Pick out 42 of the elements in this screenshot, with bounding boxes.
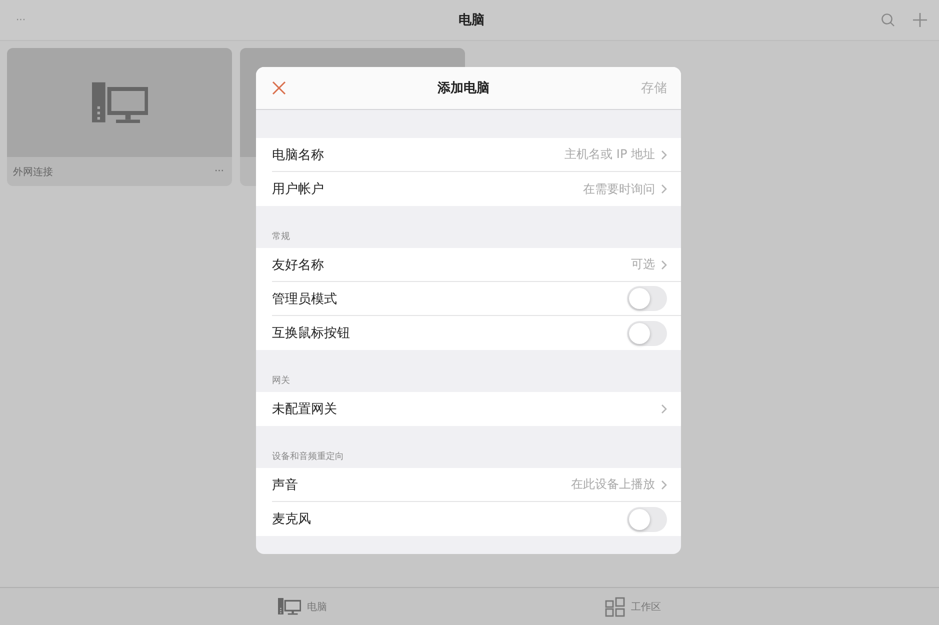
chevron-icon [661,150,667,160]
close-button[interactable] [272,81,286,95]
more-button[interactable]: ··· [16,14,76,26]
toggle-switch[interactable] [627,286,667,311]
settings-row[interactable]: 友好名称 可选 [272,248,681,282]
row-label: 互换鼠标按钮 [272,325,350,342]
row-label: 友好名称 [272,256,324,274]
section-header: 网关 [271,374,291,388]
chevron-icon [661,404,667,414]
tab-item[interactable]: 电脑 [278,598,327,615]
row-label: 未配置网关 [272,401,337,418]
search-icon[interactable] [881,13,895,27]
section-header: 设备和音频重定向 [271,450,345,464]
toggle-switch[interactable] [627,506,667,532]
toggle-switch[interactable] [627,320,667,346]
settings-row[interactable]: 声音 在此设备上播放 [272,468,681,502]
chevron-icon [661,184,667,194]
dialog-title: 添加电脑 [438,80,490,97]
add-icon[interactable] [913,13,927,27]
computer-icon [92,82,148,124]
chevron-icon [661,480,667,490]
page-title: 电脑 [458,12,484,29]
row-label: 用户帐户 [272,181,324,198]
row-value: 在此设备上播放 [571,476,655,493]
chevron-icon [661,260,667,270]
row-value: 可选 [631,256,655,273]
save-button[interactable]: 存储 [641,79,667,97]
row-value: 在需要时询问 [583,180,655,198]
row-label: 管理员模式 [272,290,337,308]
row-label: 声音 [272,476,298,494]
computer-icon [278,598,301,615]
row-value: 主机名或 IP 地址 [564,146,655,163]
row-label: 麦克风 [272,511,311,528]
settings-row[interactable]: 用户帐户 在需要时询问 [272,172,681,206]
card-title: 外网连接 [13,166,53,178]
grid-icon [605,596,625,616]
section-header: 常规 [271,230,291,244]
tab-item[interactable]: 工作区 [605,596,661,616]
computer-card[interactable]: 外网连接 ··· [7,48,232,186]
row-label: 电脑名称 [272,146,324,164]
more-button[interactable]: ··· [214,166,224,177]
settings-row[interactable]: 电脑名称 主机名或 IP 地址 [272,138,681,172]
